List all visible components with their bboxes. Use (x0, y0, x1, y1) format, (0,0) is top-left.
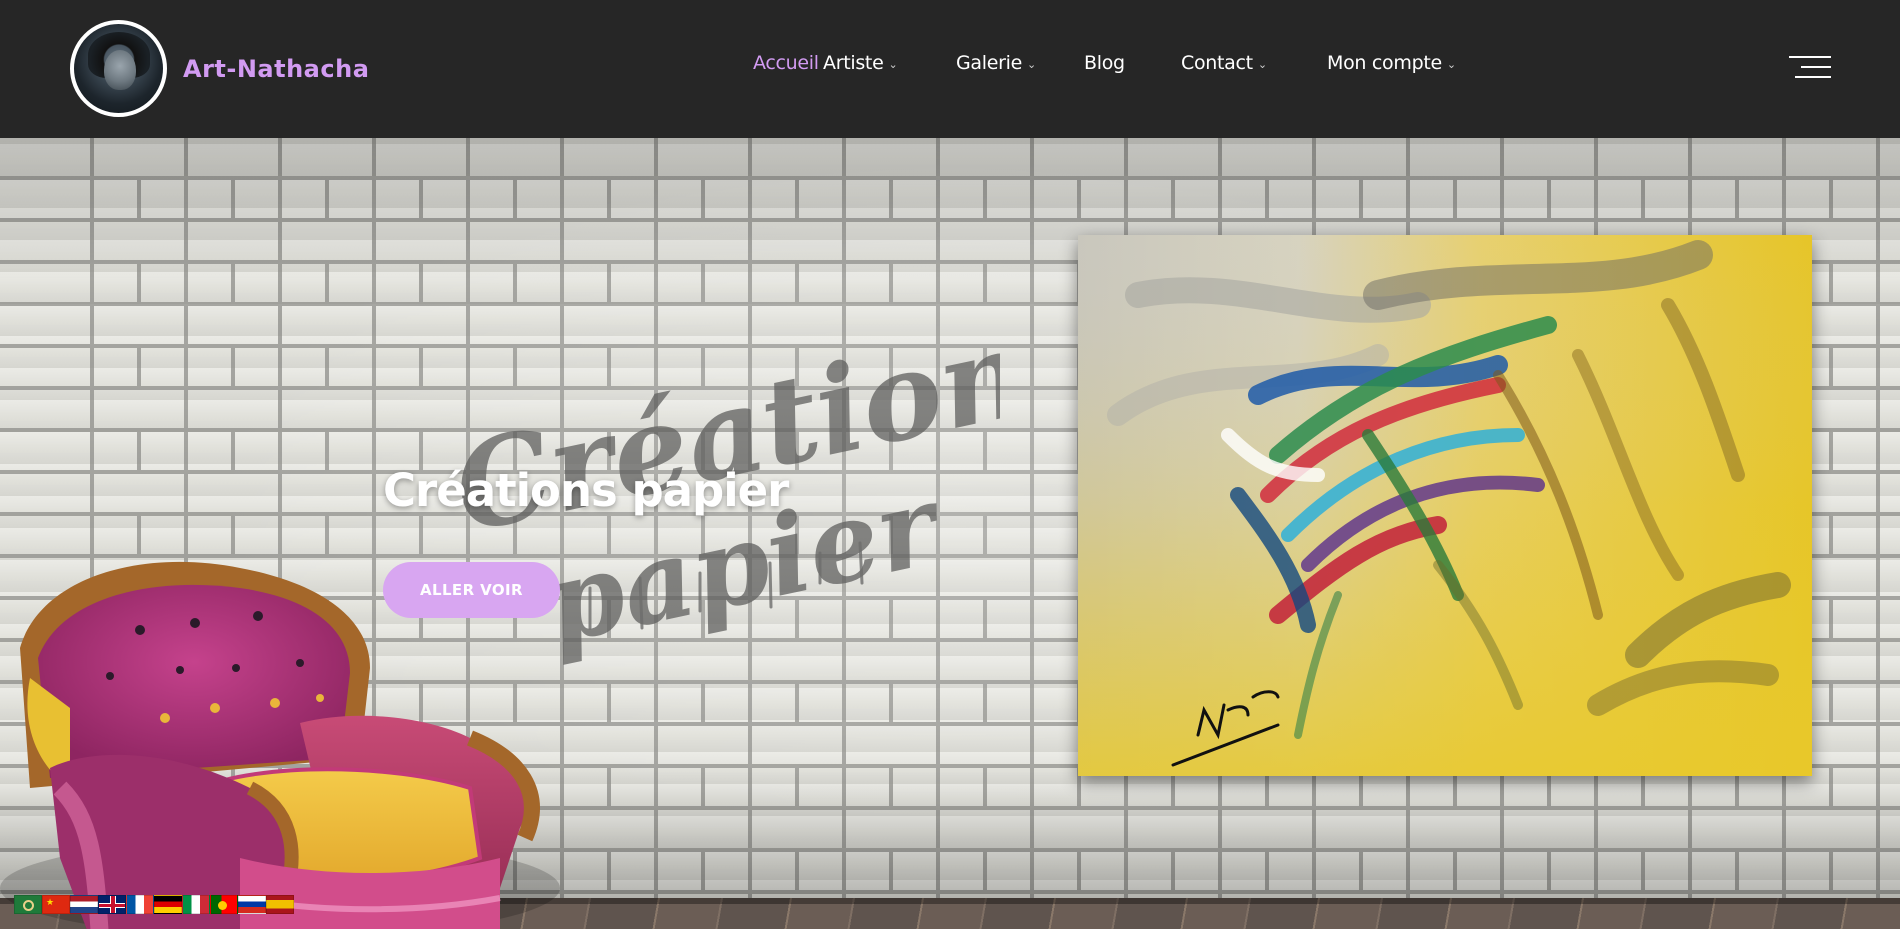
nav-item-blog[interactable]: Blog (1084, 52, 1125, 74)
nav-label: Galerie (956, 52, 1023, 74)
flag-italian-icon[interactable] (182, 895, 210, 914)
nav-label: Accueil (753, 52, 819, 74)
flag-arabic-icon[interactable] (14, 895, 42, 914)
flag-portuguese-icon[interactable] (210, 895, 238, 914)
nav-item-mon-compte[interactable]: Mon compte ⌄ (1327, 52, 1456, 74)
hero-slider: Créations papier Créations papier ALLER … (0, 138, 1900, 929)
hamburger-line (1795, 76, 1831, 78)
flag-russian-icon[interactable] (238, 895, 266, 914)
nav-item-contact[interactable]: Contact ⌄ (1181, 52, 1267, 74)
logo-link[interactable]: Art-Nathacha (70, 20, 369, 117)
site-header: Art-Nathacha Accueil Artiste ⌄ Galerie ⌄… (0, 0, 1900, 138)
hamburger-line (1801, 66, 1831, 68)
flag-german-icon[interactable] (154, 895, 182, 914)
featured-painting[interactable] (1078, 235, 1812, 776)
hamburger-menu-icon[interactable] (1789, 56, 1831, 80)
avatar-face (104, 50, 136, 90)
flag-spanish-icon[interactable] (266, 895, 294, 914)
nav-label: Contact (1181, 52, 1253, 74)
nav-label: Artiste (823, 52, 884, 74)
chevron-down-icon: ⌄ (1446, 57, 1456, 71)
chevron-down-icon: ⌄ (1257, 57, 1267, 71)
hamburger-line (1789, 56, 1831, 58)
nav-label: Mon compte (1327, 52, 1442, 74)
nav-item-accueil[interactable]: Accueil (753, 52, 819, 74)
avatar[interactable] (70, 20, 167, 117)
nav-item-galerie[interactable]: Galerie ⌄ (956, 52, 1036, 74)
chevron-down-icon: ⌄ (888, 57, 898, 71)
chevron-down-icon: ⌄ (1027, 57, 1036, 71)
site-brand[interactable]: Art-Nathacha (183, 55, 369, 83)
flag-english-icon[interactable] (98, 895, 126, 914)
nav-label: Blog (1084, 52, 1125, 74)
nav-item-artiste[interactable]: Artiste ⌄ (823, 52, 898, 74)
slide-title: Créations papier (383, 464, 789, 517)
flag-dutch-icon[interactable] (70, 895, 98, 914)
armchair-image (0, 561, 560, 929)
flag-chinese-icon[interactable]: ★ (42, 895, 70, 914)
flag-french-icon[interactable] (126, 895, 154, 914)
language-flags: ★ (14, 895, 294, 914)
